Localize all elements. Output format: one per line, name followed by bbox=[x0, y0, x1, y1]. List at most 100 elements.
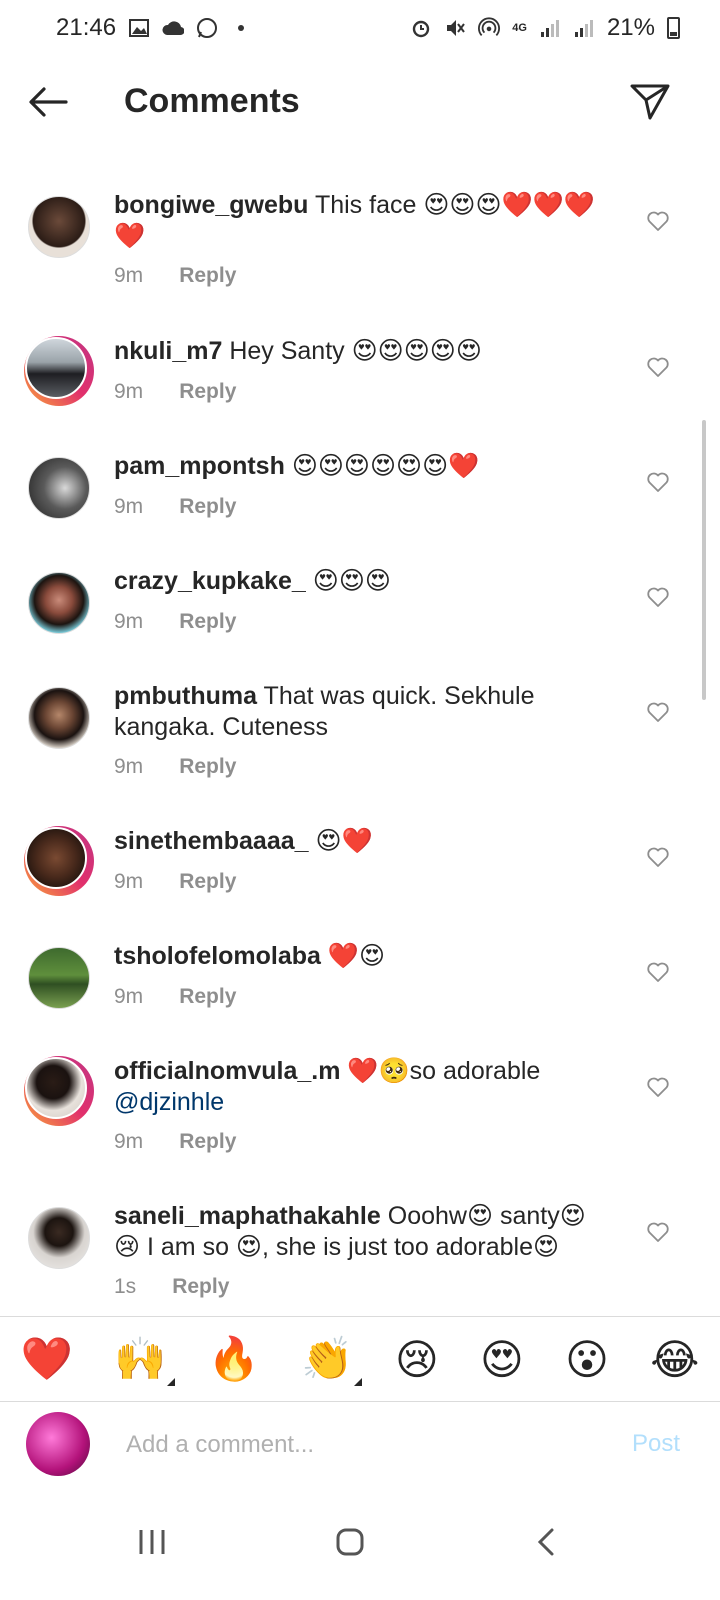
reaction-heart-button[interactable]: ❤️ bbox=[21, 1334, 73, 1384]
reaction-clap-button[interactable]: 👏 bbox=[301, 1334, 363, 1386]
comment-username[interactable]: bongiwe_gwebu bbox=[114, 191, 308, 219]
comment-time: 9m bbox=[114, 755, 144, 778]
comment-mention[interactable]: @djzinhle bbox=[114, 1088, 224, 1116]
heart-icon[interactable] bbox=[646, 960, 670, 984]
comment-meta: 9m Reply bbox=[114, 380, 236, 404]
avatar[interactable] bbox=[24, 826, 94, 896]
comment-meta: 9m Reply bbox=[114, 1130, 236, 1154]
reply-button[interactable]: Reply bbox=[172, 1275, 229, 1299]
comment-meta: 9m Reply bbox=[114, 985, 236, 1009]
avatar[interactable] bbox=[24, 683, 94, 753]
reply-button[interactable]: Reply bbox=[179, 380, 236, 404]
signal-icon bbox=[539, 17, 561, 39]
header: Comments bbox=[0, 64, 720, 140]
comment-meta: 9m Reply bbox=[114, 610, 236, 634]
status-right: 4G 21% bbox=[410, 14, 680, 42]
comment-username[interactable]: sinethembaaaa_ bbox=[114, 827, 309, 855]
reply-button[interactable]: Reply bbox=[179, 495, 236, 519]
reaction-laughing-button[interactable]: 😂 bbox=[650, 1335, 699, 1384]
mute-icon bbox=[444, 17, 466, 39]
my-avatar bbox=[26, 1412, 90, 1476]
comment-time: 9m bbox=[114, 1130, 144, 1153]
avatar-image bbox=[28, 1207, 90, 1269]
comment-time: 1s bbox=[114, 1275, 137, 1298]
status-left: 21:46 bbox=[56, 14, 252, 42]
battery-icon bbox=[667, 17, 680, 39]
reply-button[interactable]: Reply bbox=[179, 264, 236, 288]
cloud-icon bbox=[162, 17, 185, 39]
comment-username[interactable]: pmbuthuma bbox=[114, 682, 257, 710]
comment-time: 9m bbox=[114, 380, 144, 403]
comment-text: tsholofelomolaba ❤️😍 bbox=[114, 941, 614, 972]
signal-icon-2 bbox=[573, 17, 595, 39]
comment-time: 9m bbox=[114, 610, 144, 633]
comment-time: 9m bbox=[114, 985, 144, 1008]
reply-button[interactable]: Reply bbox=[179, 870, 236, 894]
heart-icon[interactable] bbox=[646, 585, 670, 609]
avatar[interactable] bbox=[24, 192, 94, 262]
post-button[interactable]: Post bbox=[632, 1430, 680, 1458]
back-button[interactable] bbox=[26, 80, 70, 124]
reply-button[interactable]: Reply bbox=[179, 985, 236, 1009]
comment-text: officialnomvula_.m ❤️🥺so adorable @djzin… bbox=[114, 1056, 614, 1118]
scrollbar[interactable] bbox=[702, 420, 706, 700]
reaction-fire-button[interactable]: 🔥 bbox=[208, 1334, 260, 1384]
home-button[interactable] bbox=[320, 1512, 380, 1572]
status-time: 21:46 bbox=[56, 14, 117, 41]
comment-username[interactable]: saneli_maphathakahle bbox=[114, 1202, 381, 1230]
comment-body: 😍😍😍😍😍😍❤️ bbox=[291, 452, 480, 480]
comment-username[interactable]: crazy_kupkake_ bbox=[114, 567, 306, 595]
share-button[interactable] bbox=[628, 78, 672, 122]
alarm-icon bbox=[410, 17, 432, 39]
avatar[interactable] bbox=[24, 568, 94, 638]
comment-composer: Post bbox=[0, 1404, 720, 1484]
avatar-image bbox=[28, 196, 90, 258]
comment-username[interactable]: pam_mpontsh bbox=[114, 452, 285, 480]
comment-text: pmbuthuma That was quick. Sekhule kangak… bbox=[114, 681, 614, 743]
avatar[interactable] bbox=[24, 336, 94, 406]
battery-percent: 21% bbox=[606, 14, 655, 41]
reply-button[interactable]: Reply bbox=[179, 610, 236, 634]
avatar-image bbox=[25, 827, 87, 889]
comment-text: bongiwe_gwebu This face 😍😍😍❤️❤️❤️❤️ bbox=[114, 190, 614, 252]
comment-body: 😍❤️ bbox=[315, 827, 373, 855]
heart-icon[interactable] bbox=[646, 209, 670, 233]
comment-meta: 1s Reply bbox=[114, 1275, 229, 1299]
reaction-surprised-button[interactable]: 😮 bbox=[565, 1335, 609, 1384]
avatar[interactable] bbox=[24, 1056, 94, 1126]
reply-button[interactable]: Reply bbox=[179, 755, 236, 779]
comment-body: ❤️😍 bbox=[327, 942, 386, 970]
reaction-heart-eyes-button[interactable]: 😍 bbox=[480, 1335, 524, 1384]
heart-icon[interactable] bbox=[646, 470, 670, 494]
comment-text: crazy_kupkake_ 😍😍😍 bbox=[114, 566, 614, 597]
reply-button[interactable]: Reply bbox=[179, 1130, 236, 1154]
comment-username[interactable]: officialnomvula_.m bbox=[114, 1057, 340, 1085]
back-arrow-icon bbox=[29, 87, 68, 117]
avatar[interactable] bbox=[24, 943, 94, 1013]
send-icon bbox=[630, 84, 670, 120]
comment-body: Hey Santy 😍😍😍😍😍 bbox=[229, 337, 482, 365]
heart-icon[interactable] bbox=[646, 1075, 670, 1099]
hotspot-icon bbox=[478, 17, 501, 39]
recents-button[interactable] bbox=[122, 1512, 182, 1572]
status-bar: 21:46 4G 21% bbox=[0, 0, 720, 56]
comment-text: nkuli_m7 Hey Santy 😍😍😍😍😍 bbox=[114, 336, 614, 367]
page-title: Comments bbox=[124, 82, 300, 120]
heart-icon[interactable] bbox=[646, 845, 670, 869]
back-nav-button[interactable] bbox=[516, 1512, 576, 1572]
reaction-raised-hands-button[interactable]: 🙌 bbox=[114, 1334, 175, 1386]
comment-body: 😍😍😍 bbox=[312, 567, 391, 595]
comment-input[interactable] bbox=[124, 1426, 578, 1464]
comment-meta: 9m Reply bbox=[114, 870, 236, 894]
heart-icon[interactable] bbox=[646, 355, 670, 379]
avatar[interactable] bbox=[24, 453, 94, 523]
heart-icon[interactable] bbox=[646, 1220, 670, 1244]
home-icon bbox=[336, 1528, 364, 1556]
avatar[interactable] bbox=[24, 1203, 94, 1273]
comment-username[interactable]: nkuli_m7 bbox=[114, 337, 222, 365]
reaction-crying-button[interactable]: 😢 bbox=[395, 1335, 439, 1384]
heart-icon[interactable] bbox=[646, 700, 670, 724]
comment-text: saneli_maphathakahle Ooohw😍 santy😍 😢 I a… bbox=[114, 1201, 614, 1263]
dot-icon bbox=[230, 17, 252, 39]
comment-username[interactable]: tsholofelomolaba bbox=[114, 942, 321, 970]
